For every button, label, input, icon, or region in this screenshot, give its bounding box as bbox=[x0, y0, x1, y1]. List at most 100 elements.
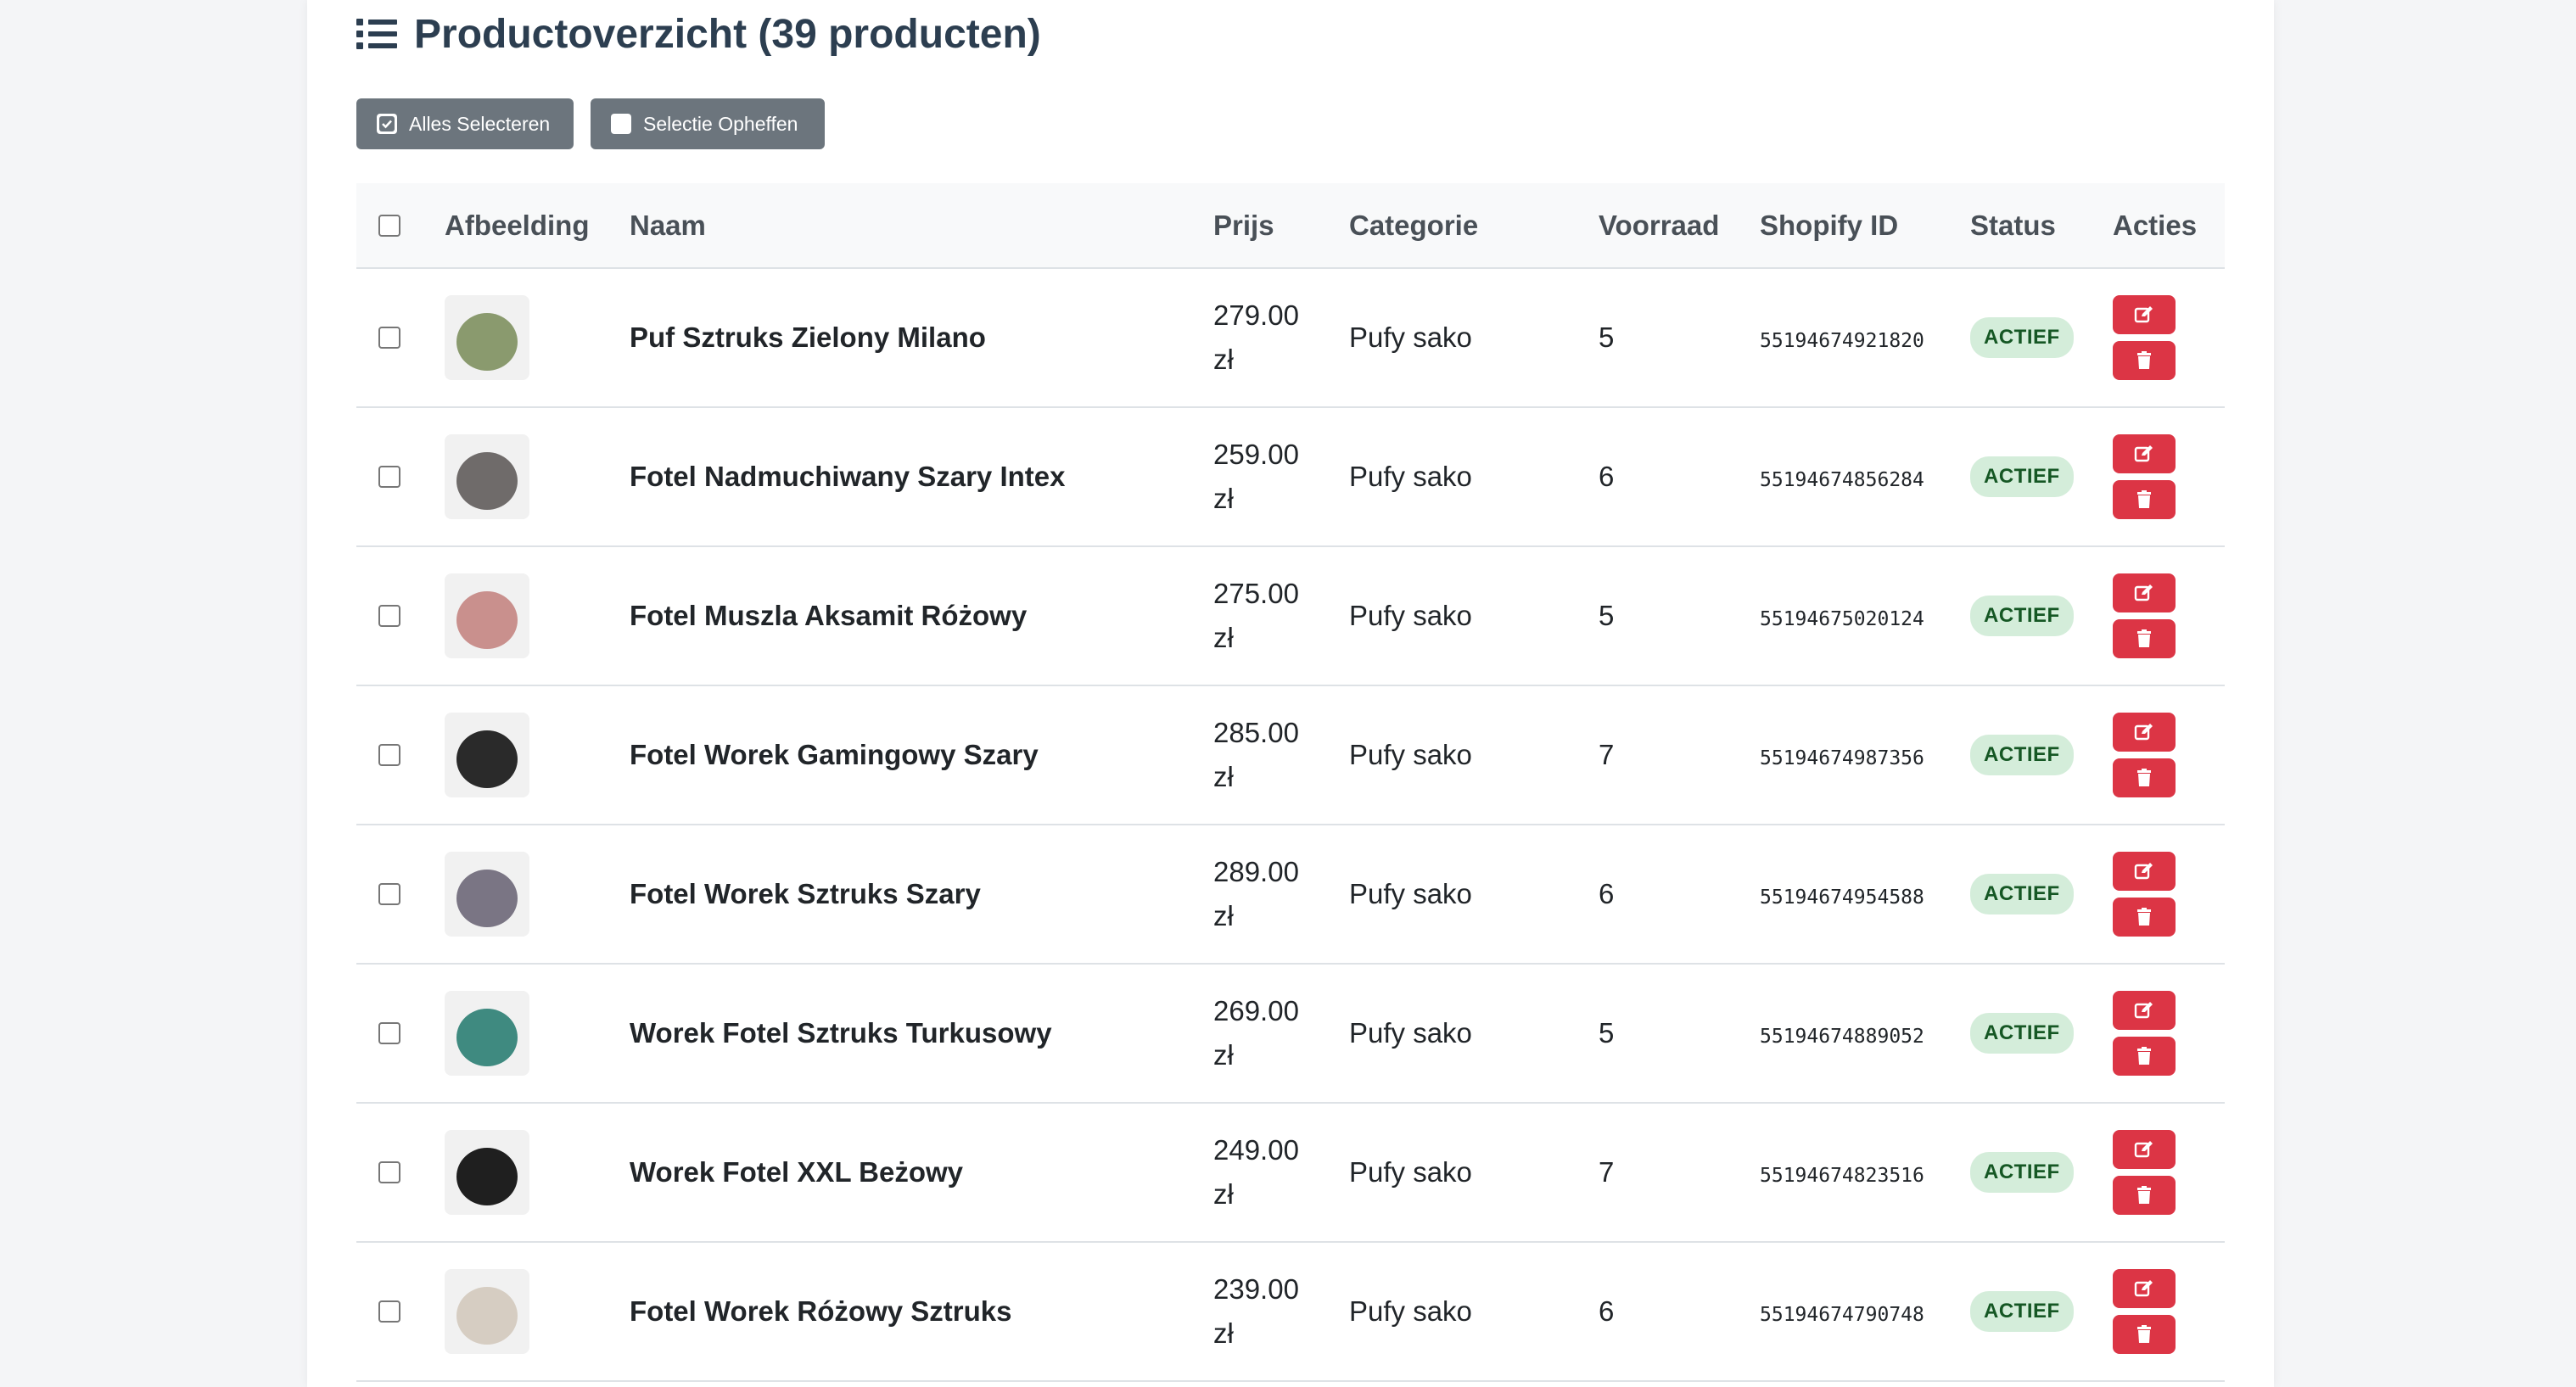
product-name[interactable]: Fotel Worek Sztruks Szary bbox=[630, 878, 981, 909]
status-badge: ACTIEF bbox=[1970, 456, 2074, 497]
delete-button[interactable] bbox=[2113, 758, 2176, 797]
delete-button[interactable] bbox=[2113, 480, 2176, 519]
column-header-status: Status bbox=[1970, 183, 2113, 269]
product-name[interactable]: Fotel Worek Gamingowy Szary bbox=[630, 739, 1039, 770]
trash-icon bbox=[2137, 629, 2151, 647]
pink-shell-chair-image bbox=[445, 573, 529, 658]
edit-button[interactable] bbox=[2113, 573, 2176, 612]
price-value: 259.00 bbox=[1213, 439, 1299, 470]
row-checkbox[interactable] bbox=[378, 883, 400, 905]
price-currency: zł bbox=[1213, 344, 1234, 375]
select-all-button[interactable]: Alles Selecteren bbox=[356, 98, 574, 149]
product-thumbnail bbox=[445, 852, 529, 937]
header-select-checkbox[interactable] bbox=[378, 214, 400, 237]
row-actions bbox=[2113, 991, 2225, 1076]
edit-button[interactable] bbox=[2113, 434, 2176, 473]
product-category: Pufy sako bbox=[1349, 1156, 1472, 1188]
price-currency: zł bbox=[1213, 761, 1234, 792]
delete-button[interactable] bbox=[2113, 898, 2176, 937]
price-currency: zł bbox=[1213, 622, 1234, 653]
product-category: Pufy sako bbox=[1349, 1295, 1472, 1327]
delete-button[interactable] bbox=[2113, 1176, 2176, 1215]
edit-icon bbox=[2134, 306, 2153, 323]
edit-icon bbox=[2134, 1141, 2153, 1158]
shopify-id: 55194674987356 bbox=[1760, 747, 1924, 769]
edit-button[interactable] bbox=[2113, 852, 2176, 891]
page-header: Productoverzicht (39 producten) bbox=[356, 8, 1041, 59]
row-checkbox[interactable] bbox=[378, 327, 400, 349]
column-header-name: Naam bbox=[630, 183, 1213, 269]
column-header-price: Prijs bbox=[1213, 183, 1349, 269]
column-header-shopify-id: Shopify ID bbox=[1760, 183, 1970, 269]
row-checkbox[interactable] bbox=[378, 466, 400, 488]
price-value: 249.00 bbox=[1213, 1134, 1299, 1166]
row-checkbox[interactable] bbox=[378, 1300, 400, 1323]
row-actions bbox=[2113, 1130, 2225, 1215]
product-name[interactable]: Fotel Muszla Aksamit Różowy bbox=[630, 600, 1027, 631]
product-stock: 7 bbox=[1599, 739, 1615, 770]
table-row: Fotel Worek Gamingowy Szary 285.00 zł Puf… bbox=[356, 685, 2225, 825]
table-row: Fotel Muszla Aksamit Różowy 275.00 zł Puf… bbox=[356, 546, 2225, 685]
delete-button[interactable] bbox=[2113, 1315, 2176, 1354]
row-checkbox[interactable] bbox=[378, 1161, 400, 1183]
deselect-button[interactable]: Selectie Opheffen bbox=[591, 98, 825, 149]
product-name[interactable]: Worek Fotel XXL Beżowy bbox=[630, 1156, 963, 1188]
status-badge: ACTIEF bbox=[1970, 1291, 2074, 1332]
empty-box-icon bbox=[611, 114, 631, 134]
grey-corduroy-beanbag-image bbox=[445, 852, 529, 937]
product-price: 275.00 zł bbox=[1213, 572, 1349, 660]
edit-button[interactable] bbox=[2113, 1269, 2176, 1308]
product-price: 289.00 zł bbox=[1213, 850, 1349, 938]
edit-icon bbox=[2134, 863, 2153, 880]
column-header-category: Categorie bbox=[1349, 183, 1599, 269]
delete-button[interactable] bbox=[2113, 341, 2176, 380]
product-stock: 5 bbox=[1599, 1017, 1615, 1049]
list-icon bbox=[356, 19, 397, 49]
status-badge: ACTIEF bbox=[1970, 874, 2074, 914]
product-name[interactable]: Fotel Nadmuchiwany Szary Intex bbox=[630, 461, 1065, 492]
product-name[interactable]: Fotel Worek Różowy Sztruks bbox=[630, 1295, 1011, 1327]
price-currency: zł bbox=[1213, 1317, 1234, 1349]
price-value: 289.00 bbox=[1213, 856, 1299, 887]
product-category: Pufy sako bbox=[1349, 739, 1472, 770]
edit-button[interactable] bbox=[2113, 713, 2176, 752]
product-price: 239.00 zł bbox=[1213, 1267, 1349, 1356]
column-header-actions: Acties bbox=[2113, 183, 2225, 269]
row-actions bbox=[2113, 434, 2225, 519]
product-stock: 6 bbox=[1599, 461, 1615, 492]
status-badge: ACTIEF bbox=[1970, 1013, 2074, 1054]
product-category: Pufy sako bbox=[1349, 878, 1472, 909]
trash-icon bbox=[2137, 1186, 2151, 1204]
delete-button[interactable] bbox=[2113, 1037, 2176, 1076]
green-pouf-image bbox=[445, 295, 529, 380]
edit-icon bbox=[2134, 1280, 2153, 1297]
price-currency: zł bbox=[1213, 900, 1234, 931]
product-name[interactable]: Puf Sztruks Zielony Milano bbox=[630, 322, 986, 353]
row-checkbox[interactable] bbox=[378, 744, 400, 766]
product-thumbnail bbox=[445, 713, 529, 797]
shopify-id: 55194674921820 bbox=[1760, 330, 1924, 352]
edit-button[interactable] bbox=[2113, 295, 2176, 334]
page-title: Productoverzicht (39 producten) bbox=[414, 11, 1041, 57]
product-name[interactable]: Worek Fotel Sztruks Turkusowy bbox=[630, 1017, 1052, 1049]
trash-icon bbox=[2137, 490, 2151, 508]
edit-button[interactable] bbox=[2113, 991, 2176, 1030]
product-category: Pufy sako bbox=[1349, 1017, 1472, 1049]
table-row: Worek Fotel Sztruks Turkusowy 269.00 zł P… bbox=[356, 964, 2225, 1103]
price-currency: zł bbox=[1213, 1039, 1234, 1071]
status-badge: ACTIEF bbox=[1970, 596, 2074, 636]
row-checkbox[interactable] bbox=[378, 605, 400, 627]
table-row: Fotel Nadmuchiwany Szary Intex 259.00 zł … bbox=[356, 407, 2225, 546]
deselect-label: Selectie Opheffen bbox=[643, 112, 798, 135]
product-category: Pufy sako bbox=[1349, 600, 1472, 631]
product-price: 279.00 zł bbox=[1213, 294, 1349, 382]
product-stock: 6 bbox=[1599, 1295, 1615, 1327]
delete-button[interactable] bbox=[2113, 619, 2176, 658]
turquoise-beanbag-image bbox=[445, 991, 529, 1076]
product-thumbnail bbox=[445, 434, 529, 519]
row-checkbox[interactable] bbox=[378, 1022, 400, 1044]
row-actions bbox=[2113, 295, 2225, 380]
edit-button[interactable] bbox=[2113, 1130, 2176, 1169]
row-actions bbox=[2113, 573, 2225, 658]
trash-icon bbox=[2137, 351, 2151, 369]
